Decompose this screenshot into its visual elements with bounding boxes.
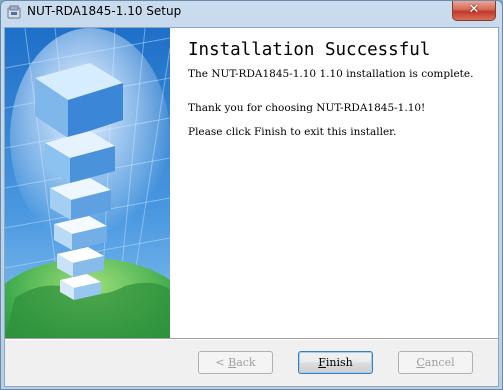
close-button[interactable]: ✕ xyxy=(452,1,496,21)
completion-message: The NUT-RDA1845-1.10 1.10 installation i… xyxy=(188,68,474,80)
cancel-button[interactable]: Cancel xyxy=(398,351,473,374)
finish-page-content: Installation Successful The NUT-RDA1845-… xyxy=(170,28,498,338)
wizard-client-area: Installation Successful The NUT-RDA1845-… xyxy=(4,27,499,387)
installer-icon xyxy=(7,5,21,19)
page-heading: Installation Successful xyxy=(188,40,431,60)
back-button[interactable]: < Back xyxy=(198,351,273,374)
exit-instruction: Please click Finish to exit this install… xyxy=(188,126,397,138)
close-icon: ✕ xyxy=(468,2,480,17)
welcome-banner-image xyxy=(5,28,170,338)
banner-graphic xyxy=(5,28,170,338)
thank-you-message: Thank you for choosing NUT-RDA1845-1.10! xyxy=(188,102,426,114)
setup-window: NUT-RDA1845-1.10 Setup ✕ Installation Su… xyxy=(0,0,503,390)
title-bar[interactable]: NUT-RDA1845-1.10 Setup ✕ xyxy=(1,1,502,23)
window-title: NUT-RDA1845-1.10 Setup xyxy=(27,4,182,18)
finish-button[interactable]: Finish xyxy=(298,351,373,374)
button-separator xyxy=(5,338,498,340)
